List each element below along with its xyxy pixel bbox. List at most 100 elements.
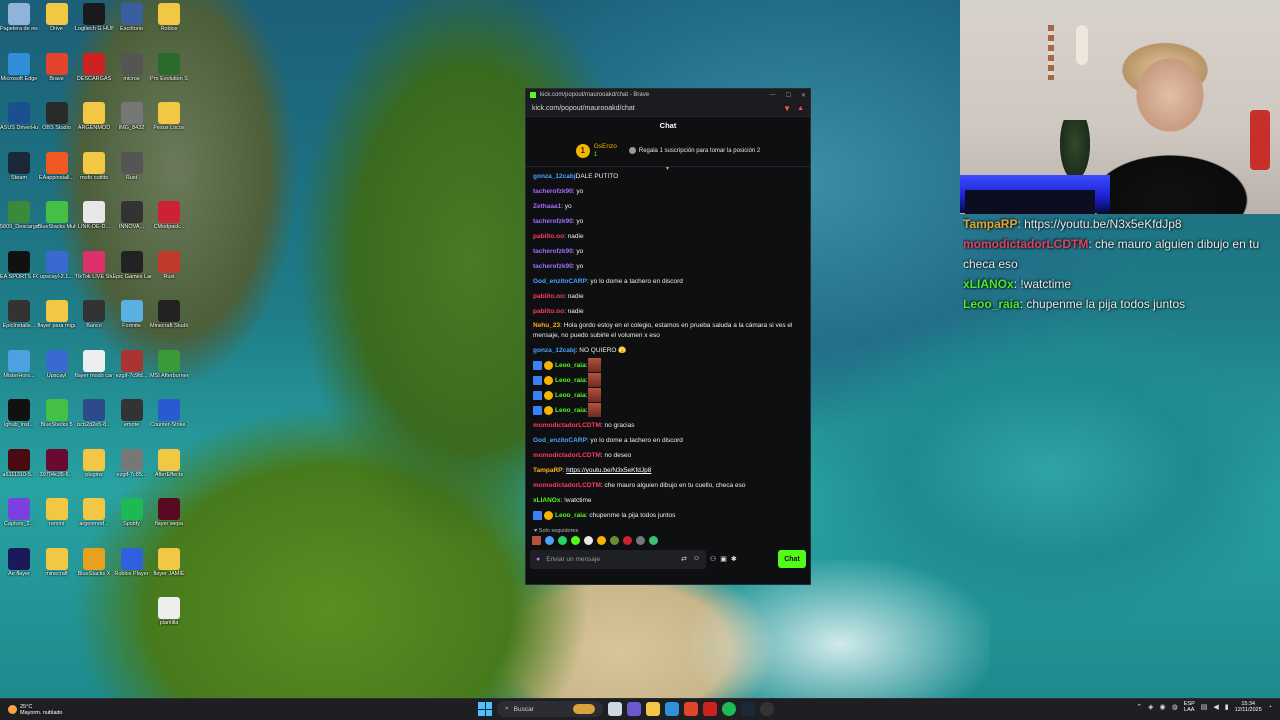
desktop-icon[interactable]: BlueStacks X — [75, 547, 113, 596]
chat-username[interactable]: Leoo_raia — [555, 407, 586, 414]
app-icon[interactable] — [703, 702, 717, 716]
chat-username[interactable]: pablito.oo — [533, 308, 564, 315]
scroll-up-icon[interactable]: ▼ — [664, 167, 671, 172]
desktop-icon[interactable]: Roblox Player — [113, 547, 151, 596]
chat-message[interactable]: TampaRP: https://youtu.be/N3x5eKfdJp8 — [533, 463, 803, 478]
desktop-icon[interactable]: plantilla — [150, 597, 188, 645]
desktop-icon[interactable]: plugins — [75, 448, 113, 497]
desktop-icon[interactable]: a6111310-5... — [0, 448, 38, 497]
chat-username[interactable]: TampaRP — [533, 467, 563, 474]
desktop-icon[interactable]: Escritorio — [113, 3, 151, 51]
chat-username[interactable]: God_enzitoCARP — [533, 278, 587, 285]
desktop-icon[interactable]: bcb2d2e5-8... — [75, 399, 113, 447]
desktop-icon[interactable]: AfterEffects — [150, 448, 188, 497]
desktop-icon[interactable]: flayer modo carrera — [75, 349, 113, 398]
settings-gear-icon[interactable]: ✱ — [731, 555, 737, 563]
widgets-icon[interactable] — [627, 702, 641, 716]
desktop-icon[interactable]: ASUS DriverHub — [0, 102, 38, 150]
desktop-icon[interactable]: Drive — [38, 3, 76, 51]
desktop-icon[interactable]: OBS Studio — [38, 102, 76, 150]
gift-sub-prompt[interactable]: Regala 1 suscripción para tomar la posic… — [628, 147, 760, 154]
battery-icon[interactable]: ▮ — [1225, 703, 1229, 711]
task-view-icon[interactable] — [608, 702, 622, 716]
desktop-icon[interactable]: ezgif-7c85... — [113, 448, 151, 497]
chat-message[interactable]: pablito.oo: nadie — [533, 229, 803, 244]
weather-widget[interactable]: 25°C Mayorm. nublado — [0, 704, 63, 716]
brave-rewards-icon[interactable]: ▲ — [797, 105, 804, 112]
chat-message[interactable]: Leoo_raia: — [533, 403, 803, 418]
brave-icon[interactable] — [684, 702, 698, 716]
chevron-up-icon[interactable]: ⌃ — [1136, 703, 1142, 711]
desktop-icon[interactable]: EAappinstall... — [38, 151, 76, 200]
desktop-icon[interactable]: Epic Games Launcher — [113, 250, 151, 299]
spotify-icon[interactable] — [722, 702, 736, 716]
chat-username[interactable]: Leoo_raia — [555, 512, 586, 519]
chat-username[interactable]: momodictadorLCDTM — [533, 452, 601, 459]
moderator-badge-icon[interactable] — [533, 405, 542, 415]
subscriber-badge-icon[interactable] — [544, 510, 553, 520]
chat-username[interactable]: gonza_12cabj — [533, 173, 576, 180]
subscriber-badge-icon[interactable] — [544, 390, 553, 400]
subscriber-badge-icon[interactable] — [544, 405, 553, 415]
chat-message[interactable]: Leoo_raia: — [533, 388, 803, 403]
chat-popout-window[interactable]: kick.com/popout/maurooakd/chat - Brave —… — [525, 88, 811, 585]
chat-username[interactable]: xLIANOx — [533, 497, 560, 504]
emote-icon[interactable] — [623, 536, 632, 545]
close-button[interactable]: ✕ — [801, 92, 806, 99]
chat-message[interactable]: Leoo_raia: — [533, 358, 803, 373]
volume-icon[interactable]: ◀ — [1213, 703, 1218, 711]
chat-message[interactable]: tacherofzk90: yo — [533, 184, 803, 199]
desktop-icon[interactable]: lghub_inst... — [0, 399, 38, 447]
chat-username[interactable]: Leoo_raia — [555, 362, 586, 369]
translate-icon[interactable]: ⇄ — [681, 555, 687, 563]
chat-message[interactable]: tacherofzk90: yo — [533, 244, 803, 259]
tray-app-icon[interactable]: ◉ — [1160, 703, 1166, 711]
tray-app-icon[interactable]: ◍ — [1172, 703, 1178, 711]
desktop-icon[interactable]: Upscayl — [38, 349, 76, 398]
desktop-icon[interactable]: Counter-Strike 2 — [150, 399, 188, 447]
desktop-icon[interactable]: 39704c35-6... — [38, 448, 76, 497]
chat-username[interactable]: tacherofzk90 — [533, 218, 573, 225]
chat-message[interactable]: pablito.oo: nadie — [533, 289, 803, 304]
network-icon[interactable]: ▤ — [1201, 703, 1208, 711]
edge-icon[interactable] — [665, 702, 679, 716]
chat-username[interactable]: pablito.oo — [533, 293, 564, 300]
desktop-icon[interactable]: minecraft — [38, 547, 76, 596]
chat-message[interactable]: momodictadorLCDTM: che mauro alguien dib… — [533, 478, 803, 493]
desktop-icon[interactable]: remini — [38, 498, 76, 546]
chat-username[interactable]: Nehu_23 — [533, 322, 560, 329]
clock[interactable]: 15:34 12/11/2025 — [1235, 701, 1262, 713]
brave-shield-icon[interactable]: ▼ — [783, 104, 791, 113]
desktop-icon[interactable]: mofo cuttits — [75, 151, 113, 200]
url-text[interactable]: kick.com/popout/maurooakd/chat — [532, 105, 635, 112]
chat-username[interactable]: momodictadorLCDTM — [533, 422, 601, 429]
chat-message[interactable]: Zethaaa1: yo — [533, 199, 803, 214]
chat-message[interactable]: God_enzitoCARP: yo lo dome a tachero en … — [533, 433, 803, 448]
desktop-icon[interactable]: BlueStacks 5 — [38, 399, 76, 447]
chat-message[interactable]: God_enzitoCARP: yo lo dome a tachero en … — [533, 274, 803, 289]
chat-username[interactable]: pablito.oo — [533, 233, 564, 240]
desktop-icon[interactable]: flayer para miguel — [38, 300, 76, 348]
desktop-icon[interactable]: Roblox — [150, 3, 188, 51]
desktop-icon[interactable]: Banco — [75, 300, 113, 348]
emote-icon[interactable] — [636, 536, 645, 545]
desktop-icon[interactable]: MSI Afterburner — [150, 349, 188, 398]
mic-icon[interactable]: ● — [536, 556, 540, 563]
chat-message[interactable]: momodictadorLCDTM: no gracias — [533, 418, 803, 433]
desktop-icon[interactable]: Ae flayer — [0, 547, 38, 596]
chat-username[interactable]: tacherofzk90 — [533, 188, 573, 195]
tray-app-icon[interactable]: ◈ — [1148, 703, 1153, 711]
desktop-icon[interactable]: Rust — [150, 250, 188, 299]
moderator-badge-icon[interactable] — [533, 510, 542, 520]
desktop-icon[interactable]: Brave — [38, 52, 76, 101]
desktop-icon[interactable]: Pesos Locos — [150, 102, 188, 150]
desktop-icon[interactable]: Papelera de reciclaje — [0, 3, 38, 51]
emote-icon[interactable] — [597, 536, 606, 545]
moderator-badge-icon[interactable] — [533, 375, 542, 385]
chat-message[interactable]: gonza_12cabj: NO QUIERO 🫣 — [533, 343, 803, 358]
desktop-icon[interactable]: LINK-DE-D... — [75, 201, 113, 249]
chat-message[interactable]: Leoo_raia: chupenme la pija todos juntos — [533, 508, 803, 523]
desktop-icon[interactable]: EA SPORTS FC 25 — [0, 250, 38, 299]
desktop-icon[interactable]: ARGENMOD — [75, 102, 113, 150]
keyboard-language[interactable]: ESP LAA — [1184, 701, 1195, 713]
